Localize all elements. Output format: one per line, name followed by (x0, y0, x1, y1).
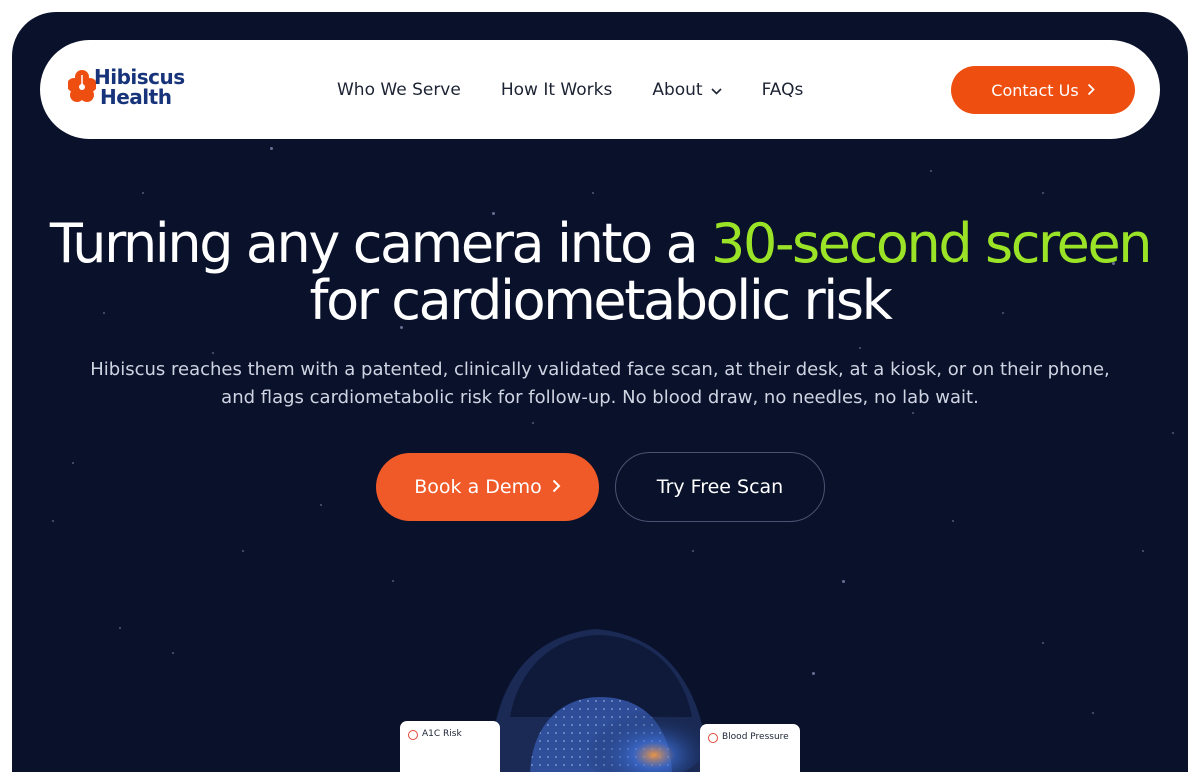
hero-headline: Turning any camera into a 30-second scre… (12, 215, 1188, 329)
heart-icon (408, 730, 418, 740)
try-free-scan-label: Try Free Scan (656, 476, 784, 498)
face-scan-preview: A1C Risk Blood Pressure (400, 617, 800, 772)
star-dot (930, 170, 932, 172)
book-demo-button[interactable]: Book a Demo (376, 453, 599, 521)
star-dot (1042, 192, 1044, 194)
star-dot (592, 192, 594, 194)
headline-line1: Turning any camera into a 30-second scre… (12, 215, 1188, 272)
brand-name: Hibiscus Health (94, 67, 185, 107)
star-dot (270, 147, 273, 150)
nav-link-who-we-serve[interactable]: Who We Serve (337, 78, 461, 102)
star-dot (320, 504, 322, 506)
hero-subtext: Hibiscus reaches them with a patented, c… (72, 356, 1128, 412)
contact-us-button[interactable]: Contact Us (951, 66, 1135, 114)
main-nav: Who We Serve How It Works About FAQs (337, 78, 843, 102)
contact-us-label: Contact Us (991, 80, 1079, 100)
a1c-risk-badge: A1C Risk (400, 721, 500, 772)
top-navbar: Hibiscus Health Who We Serve How It Work… (40, 40, 1160, 139)
headline-text: Turning any camera into a (49, 212, 712, 275)
nav-link-about[interactable]: About (652, 78, 722, 102)
star-dot (842, 580, 845, 583)
chevron-right-icon (1087, 81, 1095, 100)
headline-line2: for cardiometabolic risk (309, 269, 892, 332)
hero-section: Hibiscus Health Who We Serve How It Work… (12, 12, 1188, 772)
star-dot (1172, 432, 1174, 434)
brand-name-line1: Hibiscus (94, 65, 185, 89)
star-dot (172, 652, 174, 654)
nav-link-how-it-works[interactable]: How It Works (501, 78, 612, 102)
star-dot (1042, 642, 1044, 644)
star-dot (952, 520, 954, 522)
chevron-right-icon (552, 476, 561, 498)
star-dot (392, 580, 394, 582)
star-dot (52, 520, 54, 522)
hibiscus-flower-icon (68, 70, 96, 102)
badge-label: A1C Risk (422, 729, 462, 739)
star-dot (1092, 712, 1094, 714)
star-dot (142, 192, 144, 194)
nav-link-label: How It Works (500, 80, 613, 100)
nav-link-label: FAQs (761, 80, 804, 100)
subtext-line1: Hibiscus reaches them with a patented, c… (90, 359, 1110, 380)
nav-link-label: Who We Serve (337, 80, 461, 100)
star-dot (692, 550, 694, 552)
chevron-down-icon (711, 78, 722, 102)
subtext-line2: and flags cardiometabolic risk for follo… (221, 387, 979, 408)
brand-name-line2: Health (100, 85, 172, 109)
star-dot (912, 412, 914, 414)
star-dot (212, 352, 214, 354)
blood-pressure-badge: Blood Pressure (700, 724, 800, 772)
nav-link-faqs[interactable]: FAQs (762, 78, 804, 102)
star-dot (1142, 550, 1144, 552)
star-dot (119, 627, 121, 629)
star-dot (812, 672, 815, 675)
heart-icon (708, 733, 718, 743)
star-dot (242, 550, 244, 552)
try-free-scan-button[interactable]: Try Free Scan (615, 452, 825, 522)
brand-logo[interactable]: Hibiscus Health (68, 67, 198, 113)
nav-link-label: About (652, 80, 703, 100)
star-dot (72, 462, 74, 464)
star-dot (859, 347, 861, 349)
badge-label: Blood Pressure (722, 732, 789, 742)
book-demo-label: Book a Demo (414, 476, 542, 498)
star-dot (532, 422, 534, 424)
headline-accent: 30-second screen (711, 212, 1152, 275)
